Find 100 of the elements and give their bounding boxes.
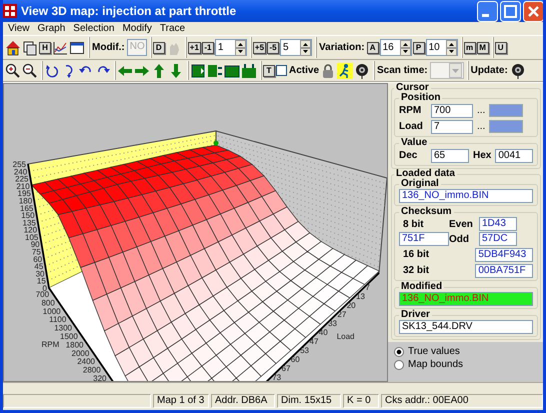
status-text: Cks addr.: 00EA00: [381, 394, 543, 408]
toolbar-button[interactable]: M: [476, 42, 489, 54]
target-icon[interactable]: [354, 62, 370, 78]
axis-tick-label: 1500: [60, 332, 78, 341]
toolbar-button[interactable]: D: [152, 42, 165, 54]
target-icon[interactable]: [510, 62, 526, 78]
axis-tick-label: 320: [93, 374, 106, 381]
field-label: 32 bit: [403, 265, 430, 276]
status-text: K = 0: [343, 394, 379, 408]
axis-tick-label: 2800: [82, 366, 101, 375]
pages-icon[interactable]: [22, 40, 38, 56]
down-arrow-icon[interactable]: [168, 62, 184, 78]
text-field[interactable]: 00BA751F: [475, 264, 534, 278]
spin-field[interactable]: 5: [280, 39, 312, 56]
toolbar-button[interactable]: +1: [188, 42, 201, 54]
toolbar-button[interactable]: A: [366, 42, 379, 54]
toolbar-button[interactable]: H: [39, 42, 51, 54]
field-label: Even: [449, 218, 474, 230]
file-name-field[interactable]: 136_NO_immo.BIN: [399, 292, 534, 306]
group-title: Original: [400, 179, 440, 189]
menu-item[interactable]: Graph: [34, 23, 68, 34]
axis-tick-label: 255: [12, 160, 26, 169]
toolbar-button[interactable]: P: [412, 42, 425, 54]
text-field[interactable]: 1D43: [479, 217, 517, 231]
toolbar-label: Scan time:: [376, 65, 429, 76]
toolbar-button[interactable]: -5: [267, 42, 280, 54]
axis-tick-label: 47: [310, 337, 318, 346]
home-icon[interactable]: [5, 40, 21, 56]
rotate-icon[interactable]: [44, 62, 60, 78]
radio-label: True values: [408, 346, 460, 357]
block-icon[interactable]: [190, 62, 206, 78]
spinner-icon[interactable]: [234, 40, 246, 56]
spin-field[interactable]: 1: [214, 39, 247, 56]
axis-tick-label: 27: [337, 310, 346, 319]
file-name-field[interactable]: 136_NO_immo.BIN: [399, 189, 534, 203]
block-icon[interactable]: [241, 62, 257, 78]
menu-item[interactable]: Modify: [119, 23, 155, 34]
axis-tick-label: 0: [42, 284, 47, 293]
axis-tick-label: 53: [300, 346, 309, 355]
spinner-icon[interactable]: [300, 40, 312, 56]
toolbar-button[interactable]: +5: [252, 42, 266, 54]
window-icon[interactable]: [69, 40, 85, 56]
toolbar-label: Modif.:: [91, 42, 126, 53]
menu-item[interactable]: Trace: [156, 23, 188, 34]
axis-tick-label: 30: [36, 269, 44, 278]
spinner-icon[interactable]: [400, 40, 411, 56]
group-title: Loaded data: [395, 169, 456, 179]
checkbox[interactable]: [276, 65, 287, 76]
field-label: Odd: [449, 234, 470, 244]
chart-icon[interactable]: [52, 40, 68, 56]
minimize-icon[interactable]: [477, 0, 498, 22]
axis-tick-label: 1000: [42, 306, 61, 316]
zoom-in-icon[interactable]: [5, 62, 21, 78]
axis-tick-label: 120: [24, 226, 38, 235]
group-title: Modified: [400, 282, 444, 292]
menu-item[interactable]: Selection: [70, 23, 118, 34]
axis-tick-label: 7: [365, 283, 370, 292]
toolbar-button[interactable]: T: [263, 64, 275, 76]
group-title: Driver: [400, 310, 431, 320]
zoom-out-icon[interactable]: [22, 62, 38, 78]
radio-button[interactable]: [394, 346, 404, 356]
ellipsis-text: ...: [477, 105, 486, 116]
spin-field[interactable]: 10: [426, 39, 458, 56]
toolbar-button[interactable]: -1: [202, 42, 214, 54]
axis-tick-label: 700: [36, 290, 50, 299]
app-icon: [3, 4, 17, 18]
menu-item[interactable]: View: [5, 23, 32, 34]
text-field[interactable]: 700: [431, 104, 473, 118]
axis-tick-label: 150: [21, 211, 35, 220]
text-field[interactable]: 57DC: [479, 232, 517, 246]
up-arrow-icon[interactable]: [151, 62, 167, 78]
block-icon[interactable]: [224, 62, 240, 78]
radio-button[interactable]: [394, 360, 404, 370]
axis-tick-label: 1800: [66, 340, 84, 350]
group-title: Position: [400, 93, 442, 103]
file-name-field[interactable]: SK13_544.DRV: [399, 320, 534, 334]
axis-title: RPM: [42, 340, 60, 349]
text-field[interactable]: 5DB4F943: [475, 248, 534, 262]
spin-field[interactable]: 16: [380, 39, 412, 56]
block-icon[interactable]: [207, 62, 223, 78]
field-label: Dec: [399, 150, 418, 161]
runner-icon[interactable]: [337, 62, 354, 78]
toolbar-label: Update:: [470, 65, 509, 76]
text-field[interactable]: 751F: [399, 232, 449, 246]
toolbar-button[interactable]: U: [494, 42, 507, 54]
toolbar-button[interactable]: m: [464, 42, 476, 54]
axis-tick-label: 60: [33, 254, 42, 264]
axis-tick-label: 195: [18, 189, 31, 198]
group-title: Cursor: [395, 83, 429, 93]
axis-tick-label: 75: [32, 248, 41, 256]
axis-tick-label: 40: [318, 328, 328, 337]
maximize-icon[interactable]: [500, 0, 521, 22]
text-field[interactable]: 7: [431, 120, 473, 134]
spinner-icon[interactable]: [446, 40, 457, 56]
close-icon[interactable]: [523, 0, 543, 22]
text-field[interactable]: 65: [431, 148, 469, 162]
text-field[interactable]: 0041: [495, 148, 534, 162]
color-swatch: [489, 120, 524, 133]
field-label: RPM: [399, 105, 422, 116]
radio-label: Map bounds: [408, 359, 464, 370]
